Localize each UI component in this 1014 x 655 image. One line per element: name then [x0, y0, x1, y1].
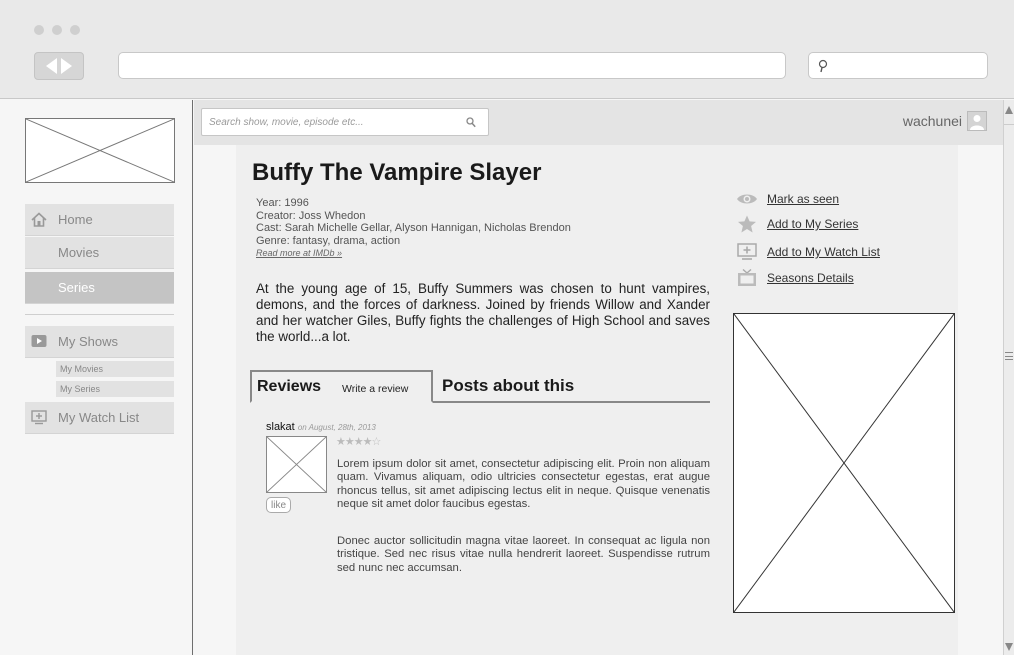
vertical-scrollbar[interactable]: [1003, 100, 1014, 655]
minimize-window-dot[interactable]: [52, 25, 62, 35]
show-synopsis: At the young age of 15, Buffy Summers wa…: [256, 281, 710, 344]
poster-placeholder: [733, 313, 955, 613]
logo-placeholder[interactable]: [25, 118, 175, 183]
show-year: Year: 1996: [256, 197, 309, 209]
top-bar: Search show, movie, episode etc... wachu…: [194, 100, 1003, 145]
tab-reviews-label: Reviews: [257, 378, 322, 395]
action-label: Seasons Details: [767, 271, 854, 285]
username[interactable]: wachunei: [903, 113, 962, 129]
review-paragraph: Lorem ipsum dolor sit amet, consectetur …: [337, 458, 710, 510]
sidebar-item-label: Series: [58, 280, 95, 295]
star-rating: ★★★★☆: [336, 436, 381, 448]
star-icon: [736, 215, 758, 233]
sidebar-item-label: Home: [58, 212, 93, 227]
action-label: Add to My Watch List: [767, 245, 880, 259]
avatar[interactable]: [967, 111, 987, 131]
action-label: Add to My Series: [767, 217, 859, 231]
action-label: Mark as seen: [767, 192, 840, 206]
browser-chrome: [0, 0, 1014, 99]
show-metadata: Year: 1996 Creator: Joss Whedon Cast: Sa…: [256, 197, 571, 260]
sidebar-subitem-my-series[interactable]: My Series: [56, 381, 174, 397]
review-date: on August, 28th, 2013: [297, 423, 376, 432]
forward-arrow-icon[interactable]: [61, 58, 72, 74]
sidebar-item-movies[interactable]: Movies: [25, 237, 174, 269]
show-detail-panel: Buffy The Vampire Slayer Year: 1996 Crea…: [236, 145, 958, 655]
back-forward-buttons: [34, 52, 84, 80]
sidebar-item-label: My Watch List: [58, 410, 140, 425]
page-title: Buffy The Vampire Slayer: [252, 159, 542, 186]
window-controls: [34, 25, 80, 35]
tab-reviews[interactable]: Reviews Write a review: [250, 370, 433, 403]
tv-icon: [736, 268, 758, 287]
search-input[interactable]: Search show, movie, episode etc...: [201, 108, 489, 136]
sidebar-item-home[interactable]: Home: [25, 204, 174, 236]
scroll-down-arrow-icon[interactable]: [1005, 643, 1013, 651]
tab-posts[interactable]: Posts about this: [442, 376, 574, 396]
show-genre: Genre: fantasy, drama, action: [256, 234, 401, 247]
show-cast: Cast: Sarah Michelle Gellar, Alyson Hann…: [256, 222, 571, 234]
browser-search-field[interactable]: [808, 52, 988, 79]
eye-icon: [736, 190, 758, 208]
back-arrow-icon[interactable]: [46, 58, 57, 74]
search-placeholder: Search show, movie, episode etc...: [209, 116, 364, 128]
reviewer-avatar-placeholder: [266, 436, 327, 493]
imdb-link[interactable]: Read more at IMDb »: [256, 247, 571, 260]
scrollbar-track-divider: [1004, 124, 1014, 125]
sidebar: Home Movies Series My Shows My Movies My…: [0, 100, 193, 655]
close-window-dot[interactable]: [34, 25, 44, 35]
url-bar[interactable]: [118, 52, 786, 79]
review-author-name[interactable]: slakat: [266, 421, 295, 433]
tv-add-icon: [736, 243, 758, 261]
review-paragraph: Donec auctor sollicitudin magna vitae la…: [337, 535, 710, 574]
write-review-link[interactable]: Write a review: [342, 383, 408, 395]
home-icon: [31, 212, 47, 230]
sidebar-subitem-my-movies[interactable]: My Movies: [56, 361, 174, 377]
sidebar-item-label: My Shows: [58, 334, 118, 349]
tab-bar: Reviews Write a review Posts about this: [250, 370, 710, 403]
show-creator: Creator: Joss Whedon: [256, 209, 366, 222]
sidebar-item-my-shows[interactable]: My Shows: [25, 326, 174, 358]
scroll-up-arrow-icon[interactable]: [1005, 106, 1013, 114]
search-icon[interactable]: [466, 117, 476, 131]
search-icon: [818, 59, 828, 78]
sidebar-item-my-watch-list[interactable]: My Watch List: [25, 402, 174, 434]
like-button[interactable]: like: [266, 497, 292, 513]
maximize-window-dot[interactable]: [70, 25, 80, 35]
sidebar-item-series[interactable]: Series: [25, 272, 174, 304]
sidebar-divider: [25, 314, 174, 315]
play-icon: [31, 334, 47, 351]
tv-add-icon: [31, 410, 47, 428]
review-author: slakat on August, 28th, 2013: [266, 421, 376, 433]
scrollbar-grip-icon[interactable]: [1005, 352, 1013, 360]
sidebar-item-label: Movies: [58, 245, 100, 260]
